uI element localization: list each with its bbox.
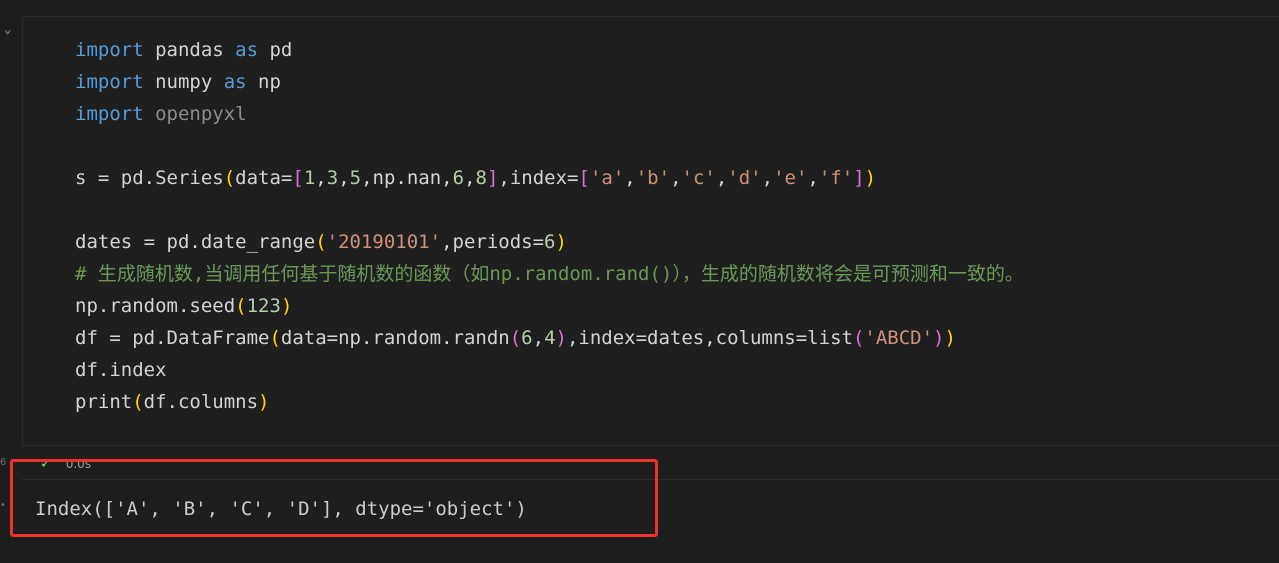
code-token: import (75, 71, 144, 93)
code-token: ( (132, 391, 144, 413)
code-token: '20190101' (326, 231, 442, 253)
code-token: 6 (521, 327, 533, 349)
code-token: [ (578, 167, 590, 189)
code-token: 1 (303, 167, 316, 189)
code-line[interactable] (75, 194, 1024, 226)
code-token: ) (258, 391, 270, 413)
code-token: dates = pd.date_range (75, 231, 316, 253)
code-token: # 生成随机数,当调用任何基于随机数的函数（如np.random.rand()）… (75, 263, 1024, 285)
code-token: ( (235, 295, 247, 317)
code-line[interactable] (75, 130, 1024, 162)
code-token: ) (864, 167, 877, 189)
code-token: ( (315, 231, 327, 253)
code-token: 'ABCD' (864, 327, 934, 349)
code-token: , (624, 167, 636, 189)
code-token: ) (933, 327, 945, 349)
code-token: ) (555, 231, 567, 253)
code-token: ( (223, 167, 236, 189)
code-token: 8 (475, 167, 487, 189)
code-token: import (75, 39, 144, 61)
code-token: ] (853, 167, 865, 189)
code-token: 'e' (773, 167, 808, 189)
code-token: ( (852, 327, 865, 349)
code-token: , (338, 167, 350, 189)
code-token: 123 (246, 295, 281, 317)
execution-status: ✓ 0.0s (40, 454, 91, 474)
code-line[interactable]: print(df.columns) (75, 386, 1024, 418)
chevron-down-icon[interactable]: ⌄ (4, 22, 18, 36)
code-token: 4 (544, 327, 556, 349)
code-editor[interactable]: import pandas as pd import numpy as np imp… (75, 34, 1024, 418)
code-line[interactable]: import openpyxl (75, 98, 1024, 130)
code-token: , (315, 167, 327, 189)
code-line[interactable]: # 生成随机数,当调用任何基于随机数的函数（如np.random.rand()）… (75, 258, 1024, 290)
code-token: 3 (326, 167, 339, 189)
cell-output: Index(['A', 'B', 'C', 'D'], dtype='objec… (35, 498, 527, 520)
code-line[interactable]: df.index (75, 354, 1024, 386)
code-token: , (670, 167, 682, 189)
code-token: , (761, 167, 774, 189)
code-token: pandas (143, 39, 236, 61)
code-token: numpy (143, 71, 224, 93)
code-line[interactable]: df = pd.DataFrame(data=np.random.randn(6… (75, 322, 1024, 354)
code-token: 6 (544, 231, 556, 253)
code-token: ] (486, 167, 499, 189)
code-line[interactable]: s = pd.Series(data=[1,3,5,np.nan,6,8],in… (75, 162, 1024, 194)
code-token: ,index= (498, 167, 579, 189)
code-token: 'a' (589, 167, 625, 189)
code-token: 'f' (818, 167, 854, 189)
code-token: openpyxl (143, 103, 247, 125)
code-line[interactable]: np.random.seed(123) (75, 290, 1024, 322)
code-token: ,np.nan, (361, 167, 453, 189)
code-token: data= (235, 167, 293, 189)
code-token: Series (155, 167, 224, 189)
code-token: 6 (452, 167, 465, 189)
code-token: , (464, 167, 476, 189)
code-token: ) (944, 327, 956, 349)
code-line[interactable]: dates = pd.date_range('20190101',periods… (75, 226, 1024, 258)
code-token: [ (292, 167, 304, 189)
code-token: ( (269, 327, 281, 349)
code-token: np.random.seed (75, 295, 236, 317)
code-token: 5 (349, 167, 362, 189)
code-token: df.columns (143, 391, 259, 413)
code-token: data=np.random.randn (280, 327, 510, 349)
code-token: , (532, 327, 545, 349)
output-divider (22, 479, 1279, 480)
output-marker: • (0, 500, 6, 511)
code-token: 'd' (727, 167, 762, 189)
code-token: df.index (75, 359, 167, 381)
execution-count: 6 (0, 457, 7, 468)
code-token: print (75, 391, 133, 413)
code-token: import (75, 103, 144, 125)
code-token: np (246, 71, 281, 93)
code-token: df = pd.DataFrame (75, 327, 270, 349)
code-token: 'b' (635, 167, 671, 189)
code-token: , (715, 167, 728, 189)
code-token: , (807, 167, 819, 189)
code-token: s = pd. (75, 167, 156, 189)
code-token: 'c' (681, 167, 716, 189)
check-icon: ✓ (40, 456, 52, 472)
code-token: as (235, 39, 259, 61)
code-token: ) (555, 327, 567, 349)
code-token: ,index=dates,columns=list (566, 327, 853, 349)
execution-duration: 0.0s (65, 457, 92, 471)
code-token: ,periods= (441, 231, 545, 253)
code-token: ) (280, 295, 293, 317)
code-token: as (223, 71, 247, 93)
code-token: ( (509, 327, 522, 349)
code-line[interactable]: import numpy as np (75, 66, 1024, 98)
code-line[interactable]: import pandas as pd (75, 34, 1024, 66)
code-token: pd (258, 39, 293, 61)
